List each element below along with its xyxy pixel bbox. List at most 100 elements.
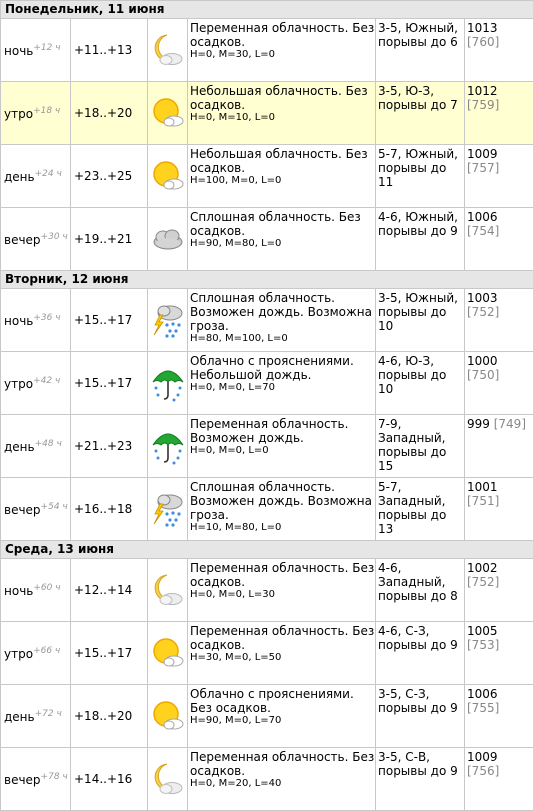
hour-offset: +54 ч [41,502,68,512]
forecast-table: Понедельник, 11 июняночь+12 ч+11..+13Пер… [0,0,533,811]
pressure-hpa: 1009 [467,750,498,764]
hour-offset: +12 ч [33,43,60,53]
pressure-cell: 1013 [760] [465,19,533,82]
forecast-row: день+72 ч+18..+20Облачно с прояснениями.… [1,685,533,748]
forecast-row: день+48 ч+21..+23Переменная облачность. … [1,415,533,478]
hour-offset: +60 ч [33,583,60,593]
pressure-hpa: 1006 [467,210,498,224]
pressure-mmhg: [753] [467,638,499,652]
time-of-day-cell: утро+42 ч [1,352,71,415]
moon-cloud-icon [148,761,187,797]
wind: 3-5, Южный, порывы до 6 [376,19,465,82]
pressure-hpa: 1002 [467,561,498,575]
wind: 5-7, Западный, порывы до 13 [376,478,465,541]
forecast-row: утро+42 ч+15..+17 Облачно с прояснениями.… [1,352,533,415]
hour-offset: +66 ч [33,646,60,656]
weather-description: Сплошная облачность. Возможен дождь. Воз… [190,291,372,333]
weather-description-cell: Переменная облачность. Без осадков.H=30,… [188,622,376,685]
time-of-day: вечер [4,773,41,787]
weather-description: Сплошная облачность. Возможен дождь. Воз… [190,480,372,522]
pressure-cell: 1000 [750] [465,352,533,415]
weather-icon-cell [148,415,188,478]
time-of-day-cell: ночь+36 ч [1,289,71,352]
pressure-mmhg: [752] [467,305,499,319]
umbrella-rain-icon [148,427,187,465]
wind: 4-6, Южный, порывы до 9 [376,208,465,271]
cloud-levels: H=0, M=0, L=0 [190,445,375,457]
forecast-row: день+24 ч+23..+25Небольшая облачность. Б… [1,145,533,208]
cloud-levels: H=0, M=10, L=0 [190,112,375,124]
moon-cloud-icon [148,572,187,608]
pressure-hpa: 1006 [467,687,498,701]
cloud-icon [148,224,187,254]
time-of-day: ночь [4,44,33,58]
weather-description: Облачно с прояснениями. Небольшой дождь. [190,354,354,382]
pressure-cell: 1009 [757] [465,145,533,208]
forecast-row: ночь+36 ч+15..+17 Сплошная облачность. Во… [1,289,533,352]
time-of-day-cell: день+48 ч [1,415,71,478]
forecast-row: ночь+60 ч+12..+14Переменная облачность. … [1,559,533,622]
time-of-day: день [4,440,35,454]
wind: 4-6, Западный, порывы до 8 [376,559,465,622]
weather-icon-cell [148,82,188,145]
weather-description-cell: Переменная облачность. Возможен дождь.H=… [188,415,376,478]
forecast-row: вечер+54 ч+16..+18Сплошная облачность. В… [1,478,533,541]
pressure-mmhg: [750] [467,368,499,382]
moon-cloud-icon [148,32,187,68]
pressure-cell: 1005 [753] [465,622,533,685]
temperature: +15..+17 [71,352,148,415]
pressure-mmhg: [756] [467,764,499,778]
time-of-day: день [4,170,35,184]
sun-cloud-icon [148,698,187,734]
weather-icon-cell [148,19,188,82]
day-title: Понедельник, 11 июня [1,1,533,19]
weather-icon-cell [148,478,188,541]
weather-description-cell: Переменная облачность. Без осадков.H=0, … [188,559,376,622]
pressure-mmhg: [751] [467,494,499,508]
forecast-row: утро+18 ч+18..+20Небольшая облачность. Б… [1,82,533,145]
pressure-cell: 1001 [751] [465,478,533,541]
pressure-mmhg: [755] [467,701,499,715]
time-of-day-cell: утро+18 ч [1,82,71,145]
cloud-levels: H=0, M=0, L=30 [190,589,375,601]
time-of-day-cell: утро+66 ч [1,622,71,685]
weather-description-cell: Облачно с прояснениями. Без осадков.H=90… [188,685,376,748]
time-of-day-cell: вечер+54 ч [1,478,71,541]
time-of-day-cell: вечер+78 ч [1,748,71,811]
forecast-row: утро+66 ч+15..+17 Переменная облачность. … [1,622,533,685]
hour-offset: +18 ч [33,106,60,116]
weather-description-cell: Сплошная облачность. Возможен дождь. Воз… [188,289,376,352]
time-of-day: утро [4,107,33,121]
pressure-cell: 999 [749] [465,415,533,478]
thunderstorm-icon [148,490,187,528]
temperature: +15..+17 [71,622,148,685]
weather-icon-cell [148,208,188,271]
time-of-day-cell: ночь+12 ч [1,19,71,82]
pressure-cell: 1003 [752] [465,289,533,352]
weather-icon-cell [148,685,188,748]
pressure-mmhg: [757] [467,161,499,175]
pressure-hpa: 1005 [467,624,498,638]
weather-icon-cell [148,622,188,685]
pressure-mmhg: [749] [494,417,526,431]
pressure-mmhg: [754] [467,224,499,238]
weather-description-cell: Сплошная облачность. Возможен дождь. Воз… [188,478,376,541]
pressure-hpa: 999 [467,417,490,431]
weather-description: Переменная облачность. Без осадков. [190,21,374,49]
pressure-mmhg: [760] [467,35,499,49]
cloud-levels: H=10, M=80, L=0 [190,522,375,534]
weather-description-cell: Сплошная облачность. Без осадков.H=90, M… [188,208,376,271]
weather-icon-cell [148,145,188,208]
temperature: +11..+13 [71,19,148,82]
temperature: +15..+17 [71,289,148,352]
time-of-day: утро [4,377,33,391]
day-title: Вторник, 12 июня [1,271,533,289]
weather-description-cell: Переменная облачность. Без осадков.H=0, … [188,748,376,811]
wind: 4-6, С-З, порывы до 9 [376,622,465,685]
forecast-row: ночь+12 ч+11..+13Переменная облачность. … [1,19,533,82]
weather-description: Переменная облачность. Без осадков. [190,750,374,778]
weather-icon-cell [148,289,188,352]
weather-description: Небольшая облачность. Без осадков. [190,147,368,175]
weather-description-cell: Переменная облачность. Без осадков.H=0, … [188,19,376,82]
weather-icon-cell [148,559,188,622]
